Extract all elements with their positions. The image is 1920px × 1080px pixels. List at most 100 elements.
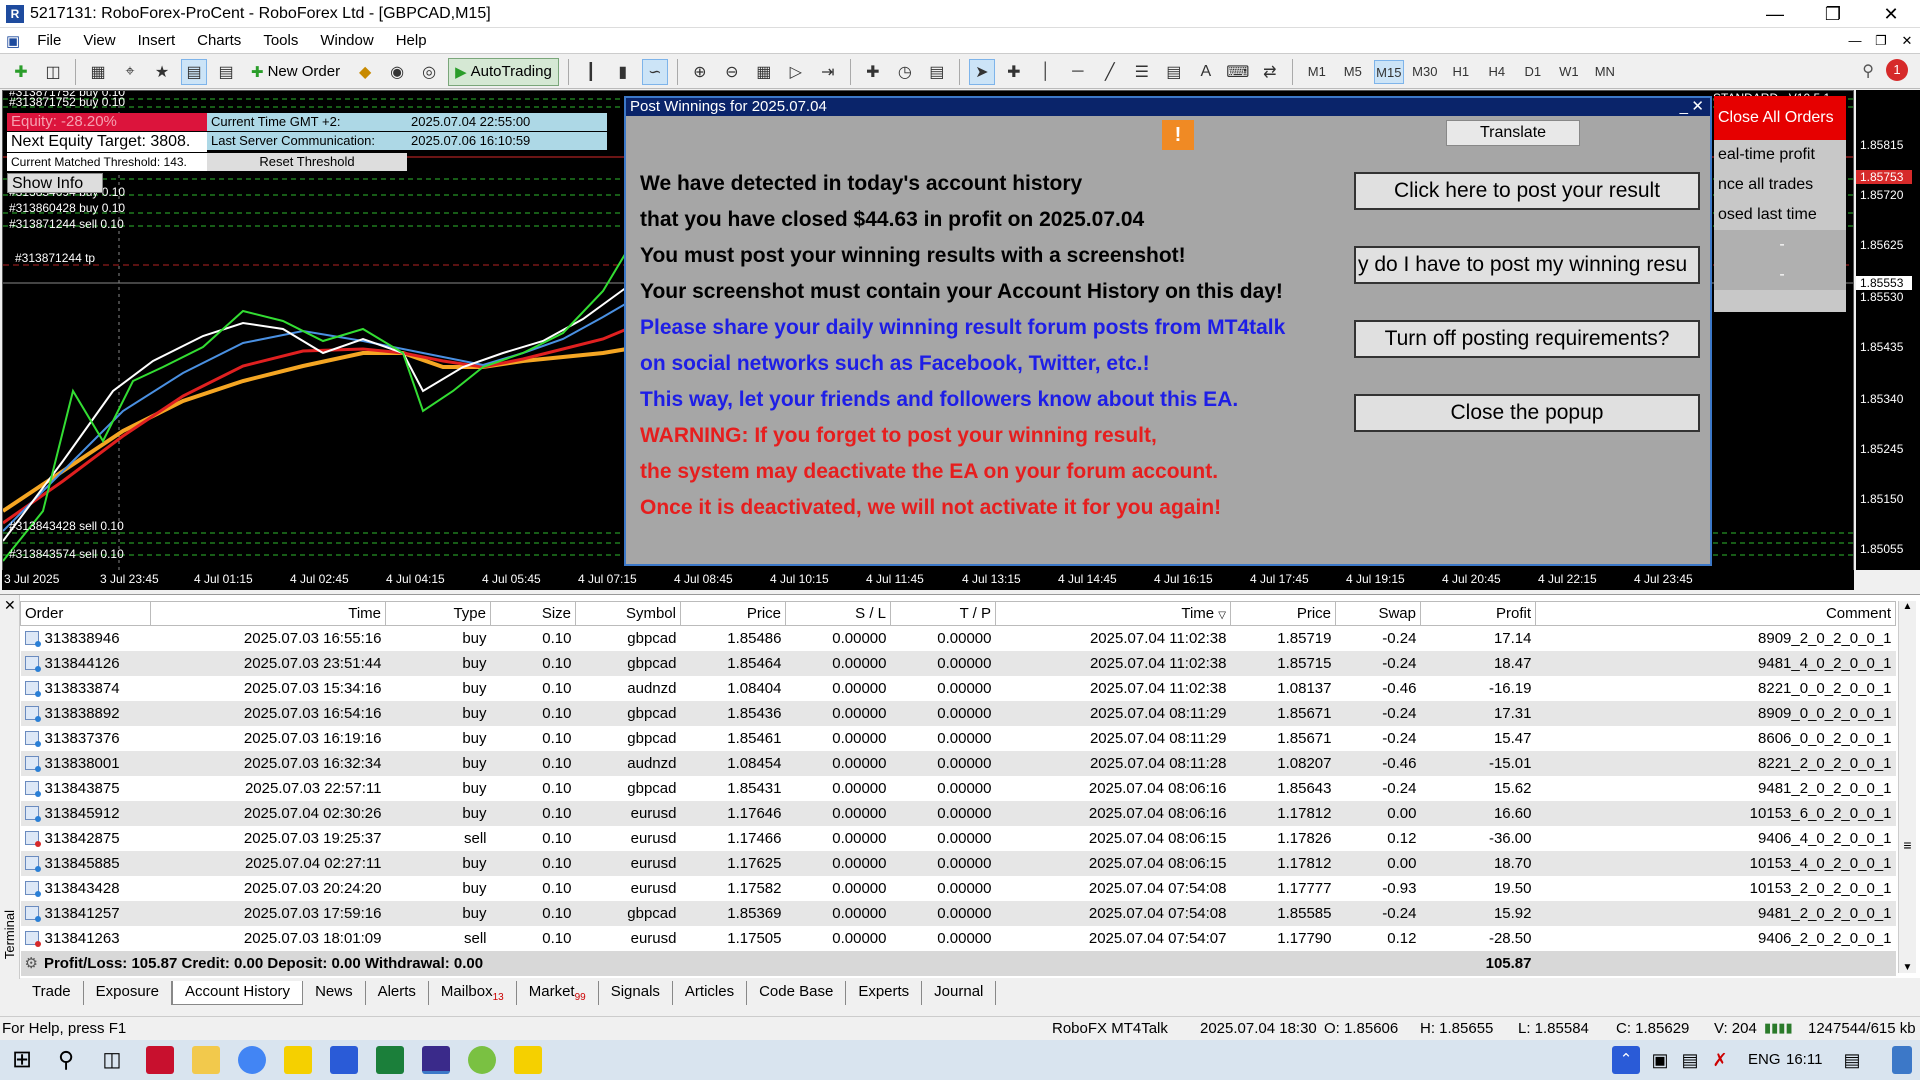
- table-row[interactable]: 313842875 2025.07.03 19:25:37 sell 0.10 euru…: [21, 826, 1896, 851]
- close-button[interactable]: ✕: [1862, 0, 1920, 28]
- post-result-button[interactable]: Click here to post your result: [1354, 172, 1700, 210]
- menu-file[interactable]: File: [26, 32, 72, 49]
- terminal-close-icon[interactable]: ✕: [4, 597, 16, 614]
- templates-icon[interactable]: ▤: [924, 59, 950, 85]
- app-icon-green[interactable]: [468, 1046, 496, 1074]
- line-chart-icon[interactable]: ∽: [641, 58, 668, 85]
- tab-experts[interactable]: Experts: [846, 981, 923, 1005]
- show-info-button[interactable]: Show Info: [7, 173, 103, 193]
- table-row[interactable]: 313843428 2025.07.03 20:24:20 buy 0.10 eurus…: [21, 876, 1896, 901]
- col-order[interactable]: Order: [20, 601, 151, 626]
- notification-icon[interactable]: 1: [1886, 59, 1908, 81]
- scroll-grip-icon[interactable]: ≡: [1899, 837, 1916, 853]
- terminal-scrollbar[interactable]: ▲ ≡ ▼: [1898, 601, 1916, 973]
- roboforex-icon[interactable]: [422, 1046, 450, 1074]
- crosshair-icon[interactable]: ✚: [1001, 59, 1027, 85]
- autotrading-button[interactable]: ▶ AutoTrading: [448, 57, 559, 86]
- mdi-close-button[interactable]: ✕: [1894, 28, 1920, 54]
- col-symbol[interactable]: Symbol: [575, 601, 681, 626]
- col-open-time[interactable]: Time: [150, 601, 386, 626]
- search-icon[interactable]: ⚲: [1862, 61, 1874, 81]
- popup-close-icon[interactable]: ✕: [1691, 98, 1704, 116]
- table-row[interactable]: 313841263 2025.07.03 18:01:09 sell 0.10 euru…: [21, 926, 1896, 951]
- cursor-icon[interactable]: ➤: [968, 58, 995, 85]
- menu-view[interactable]: View: [72, 32, 126, 49]
- table-row[interactable]: 313838946 2025.07.03 16:55:16 buy 0.10 gbpca…: [21, 626, 1896, 651]
- tf-h1[interactable]: H1: [1446, 60, 1476, 84]
- trendline-icon[interactable]: ╱: [1097, 59, 1123, 85]
- close-popup-button[interactable]: Close the popup: [1354, 394, 1700, 432]
- turn-off-posting-button[interactable]: Turn off posting requirements?: [1354, 320, 1700, 358]
- col-type[interactable]: Type: [385, 601, 491, 626]
- menu-insert[interactable]: Insert: [127, 32, 187, 49]
- language-indicator[interactable]: ENG: [1748, 1051, 1781, 1068]
- market-watch-icon[interactable]: ▦: [85, 59, 111, 85]
- table-row[interactable]: 313838001 2025.07.03 16:32:34 buy 0.10 audnz…: [20, 750, 1896, 776]
- table-row[interactable]: 313833874 2025.07.03 15:34:16 buy 0.10 audnz…: [21, 676, 1896, 701]
- minimize-button[interactable]: —: [1746, 0, 1804, 28]
- tray-chevron-icon[interactable]: ⌃: [1612, 1046, 1640, 1074]
- scroll-up-icon[interactable]: ▲: [1899, 601, 1916, 612]
- col-tp[interactable]: T / P: [890, 601, 996, 626]
- fibonacci-icon[interactable]: ▤: [1161, 59, 1187, 85]
- tab-account-history[interactable]: Account History: [172, 981, 304, 1005]
- text-label-icon[interactable]: ⌨: [1225, 59, 1251, 85]
- col-close-time[interactable]: Time ▽: [995, 601, 1231, 626]
- signals-icon[interactable]: ◉: [384, 59, 410, 85]
- bar-chart-icon[interactable]: ┃: [578, 59, 604, 85]
- mdi-restore-button[interactable]: ❐: [1868, 28, 1894, 54]
- why-post-button[interactable]: y do I have to post my winning resu: [1354, 246, 1700, 284]
- profiles-icon[interactable]: ◫: [40, 59, 66, 85]
- tf-m15[interactable]: M15: [1373, 59, 1404, 84]
- table-row[interactable]: 313837376 2025.07.03 16:19:16 buy 0.10 gbpca…: [21, 726, 1896, 751]
- col-sl[interactable]: S / L: [785, 601, 891, 626]
- tab-journal[interactable]: Journal: [922, 981, 997, 1005]
- arrows-icon[interactable]: ⇄: [1257, 59, 1283, 85]
- table-row[interactable]: 313843875 2025.07.03 22:57:11 buy 0.10 gbpca…: [21, 776, 1896, 801]
- tf-w1[interactable]: W1: [1554, 60, 1584, 84]
- tester-icon[interactable]: ▤: [213, 59, 239, 85]
- tf-d1[interactable]: D1: [1518, 60, 1548, 84]
- app-icon-blue[interactable]: [330, 1046, 358, 1074]
- navigator-icon[interactable]: ★: [149, 59, 175, 85]
- tf-mn[interactable]: MN: [1590, 60, 1620, 84]
- tf-m30[interactable]: M30: [1410, 60, 1440, 84]
- app-icon-red[interactable]: [146, 1046, 174, 1074]
- tf-m1[interactable]: M1: [1302, 60, 1332, 84]
- table-row[interactable]: 313838892 2025.07.03 16:54:16 buy 0.10 gbpca…: [20, 700, 1896, 726]
- tab-market[interactable]: Market99: [517, 981, 599, 1005]
- windows-start-icon[interactable]: ⊞: [8, 1046, 36, 1074]
- tab-alerts[interactable]: Alerts: [366, 981, 429, 1005]
- menu-window[interactable]: Window: [309, 32, 384, 49]
- scroll-down-icon[interactable]: ▼: [1899, 962, 1916, 973]
- tray-app-icon[interactable]: ▣: [1646, 1046, 1674, 1074]
- channel-icon[interactable]: ☰: [1129, 59, 1155, 85]
- task-view-icon[interactable]: ◫: [98, 1046, 126, 1074]
- vertical-line-icon[interactable]: │: [1033, 59, 1059, 85]
- tab-articles[interactable]: Articles: [673, 981, 748, 1005]
- app-icon-yellow[interactable]: [284, 1046, 312, 1074]
- tab-trade[interactable]: Trade: [20, 981, 84, 1005]
- indicators-icon[interactable]: ✚: [860, 59, 886, 85]
- mdi-minimize-button[interactable]: —: [1842, 28, 1868, 54]
- tf-m5[interactable]: M5: [1338, 60, 1368, 84]
- app-icon-yellow-2[interactable]: [514, 1046, 542, 1074]
- search-icon[interactable]: ⚲: [52, 1046, 80, 1074]
- tile-windows-icon[interactable]: ▦: [751, 59, 777, 85]
- clock[interactable]: 16:11: [1786, 1051, 1822, 1068]
- new-chart-icon[interactable]: ✚: [8, 59, 34, 85]
- auto-scroll-icon[interactable]: ▷: [783, 59, 809, 85]
- notifications-icon[interactable]: ▤: [1838, 1046, 1866, 1074]
- chart-shift-icon[interactable]: ⇥: [815, 59, 841, 85]
- tab-mailbox[interactable]: Mailbox13: [429, 981, 517, 1005]
- zoom-in-icon[interactable]: ⊕: [687, 59, 713, 85]
- col-size[interactable]: Size: [490, 601, 576, 626]
- periods-icon[interactable]: ◷: [892, 59, 918, 85]
- tab-exposure[interactable]: Exposure: [84, 981, 173, 1005]
- popup-minimize-icon[interactable]: _: [1680, 98, 1688, 116]
- vps-icon[interactable]: ◎: [416, 59, 442, 85]
- network-icon[interactable]: ▤: [1676, 1046, 1704, 1074]
- document-icon[interactable]: ▣: [0, 32, 26, 50]
- col-comment[interactable]: Comment: [1535, 601, 1896, 626]
- zoom-out-icon[interactable]: ⊖: [719, 59, 745, 85]
